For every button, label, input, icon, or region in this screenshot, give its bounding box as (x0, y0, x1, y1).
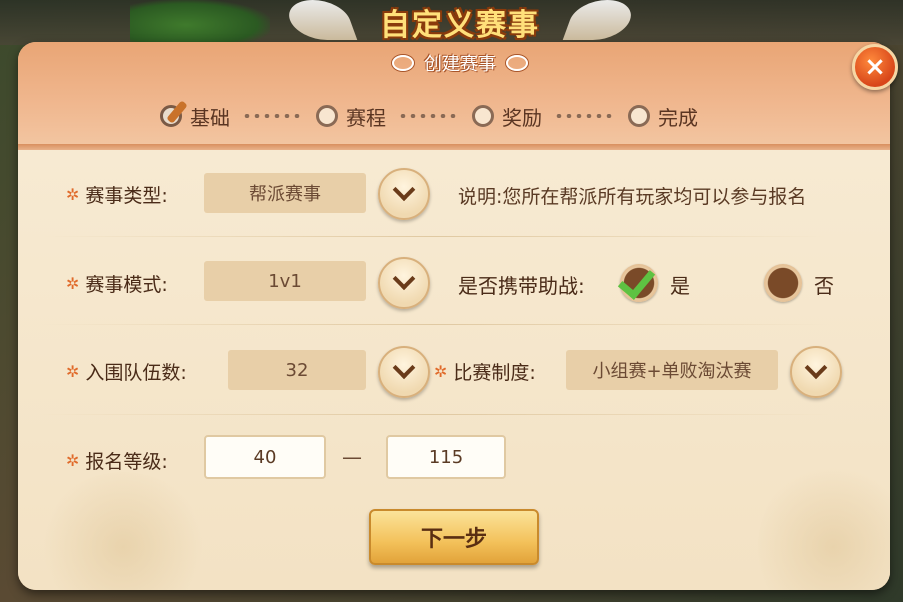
format-dropdown-button[interactable] (790, 346, 842, 398)
assist-yes-radio[interactable] (617, 261, 658, 302)
required-star-icon: ✲ (66, 274, 80, 293)
chevron-down-icon (392, 356, 416, 380)
chevron-down-icon (392, 267, 416, 291)
step-label: 赛程 (346, 105, 386, 130)
swirl-icon (506, 55, 528, 71)
required-star-icon: ✲ (66, 185, 80, 204)
match-mode-select[interactable]: 1v1 (204, 261, 366, 301)
label-text: 报名等级: (85, 451, 168, 473)
label-text: 赛事模式: (85, 274, 168, 296)
close-icon: × (864, 52, 886, 82)
dialog-subtitle: 创建赛事 (360, 50, 560, 76)
match-mode-label: ✲ 赛事模式: (66, 270, 168, 297)
label-text: 入围队伍数: (85, 362, 187, 384)
team-count-label: ✲ 入围队伍数: (66, 358, 187, 385)
assist-no-label: 否 (814, 274, 834, 298)
step-connector (398, 114, 460, 118)
label-text: 赛事类型: (85, 185, 168, 207)
step-schedule[interactable]: 赛程 (316, 102, 386, 131)
match-mode-dropdown-button[interactable] (378, 257, 430, 309)
match-type-note: 说明:您所在帮派所有玩家均可以参与报名 (458, 186, 807, 208)
label-text: 比赛制度: (453, 362, 536, 384)
required-star-icon: ✲ (434, 362, 448, 381)
step-label: 基础 (190, 105, 230, 130)
title-banner: 自定义赛事 (282, 0, 638, 44)
divider (40, 414, 830, 415)
step-label: 奖励 (502, 105, 542, 130)
required-star-icon: ✲ (66, 362, 80, 381)
level-max-input[interactable]: 115 (386, 435, 506, 479)
page-title: 自定义赛事 (380, 8, 540, 43)
step-complete[interactable]: 完成 (628, 102, 698, 131)
step-connector (242, 114, 304, 118)
match-type-label: ✲ 赛事类型: (66, 181, 168, 208)
step-reward[interactable]: 奖励 (472, 102, 542, 131)
assist-no-radio[interactable] (764, 264, 802, 302)
chevron-down-icon (804, 356, 828, 380)
step-basic[interactable]: 基础 (160, 100, 230, 131)
divider (40, 236, 830, 237)
required-star-icon: ✲ (66, 451, 80, 470)
format-label: ✲ 比赛制度: (434, 358, 536, 385)
step-circle-icon (472, 105, 494, 127)
next-step-button[interactable]: 下一步 (369, 509, 539, 565)
step-connector (554, 114, 616, 118)
level-label: ✲ 报名等级: (66, 447, 168, 474)
step-label: 完成 (658, 105, 698, 130)
match-type-dropdown-button[interactable] (378, 168, 430, 220)
swirl-icon (392, 55, 414, 71)
level-min-input[interactable]: 40 (204, 435, 326, 479)
subtitle-text: 创建赛事 (424, 54, 496, 75)
team-count-dropdown-button[interactable] (378, 346, 430, 398)
match-type-select[interactable]: 帮派赛事 (204, 173, 366, 213)
step-circle-icon (628, 105, 650, 127)
step-circle-icon (316, 105, 338, 127)
divider (40, 324, 830, 325)
format-select[interactable]: 小组赛+单败淘汰赛 (566, 350, 778, 390)
close-button[interactable]: × (852, 44, 898, 90)
assist-label: 是否携带助战: (458, 274, 585, 298)
team-count-select[interactable]: 32 (228, 350, 366, 390)
assist-yes-label: 是 (670, 274, 690, 298)
level-separator: — (342, 445, 362, 469)
step-indicator: 基础 赛程 奖励 完成 (160, 98, 760, 134)
chevron-down-icon (392, 178, 416, 202)
step-active-brush-icon (160, 100, 188, 127)
